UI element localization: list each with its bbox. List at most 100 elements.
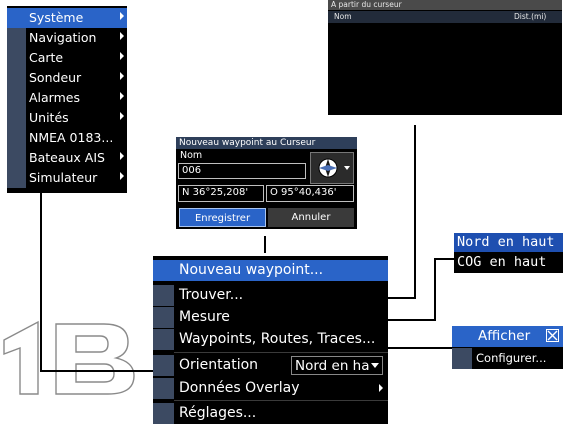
menu-item-label: Orientation	[179, 357, 259, 373]
menu-gutter	[7, 128, 26, 148]
chevron-down-icon	[344, 166, 350, 170]
menu-item-bateaux-ais[interactable]: Bateaux AIS	[7, 148, 127, 168]
chevron-right-icon	[120, 152, 124, 160]
menu-item-label: Mesure	[179, 309, 230, 325]
menu-item-carte[interactable]: Carte	[7, 48, 127, 68]
menu-item-label: Nouveau waypoint...	[179, 262, 324, 278]
chart-context-menu: Nouveau waypoint... Trouver... Mesure Wa…	[153, 256, 388, 424]
connector-line	[384, 347, 452, 349]
latitude-field[interactable]: N 36°25,208'	[178, 185, 264, 202]
menu-divider	[174, 400, 388, 401]
menu-item-systeme[interactable]: Système	[7, 8, 127, 28]
cursor-list-panel: A partir du curseur Nom Dist.(mi)	[328, 0, 562, 115]
connector-line	[414, 125, 416, 299]
name-label: Nom	[180, 150, 203, 161]
menu-gutter	[7, 8, 26, 28]
menu-item-label: Réglages...	[179, 405, 257, 421]
menu-gutter	[7, 108, 26, 128]
menu-item-label: Afficher	[478, 328, 531, 344]
overlay-submenu: Afficher Configurer...	[452, 326, 563, 369]
menu-item-simulateur[interactable]: Simulateur	[7, 168, 127, 188]
menu-item-sondeur[interactable]: Sondeur	[7, 68, 127, 88]
settings-menu: Système Navigation Carte Sondeur Alarmes…	[7, 6, 127, 193]
menu-gutter	[7, 88, 26, 108]
menu-gutter	[153, 307, 174, 328]
menu-gutter	[7, 48, 26, 68]
chevron-right-icon	[120, 92, 124, 100]
longitude-field[interactable]: O 95°40,436'	[266, 185, 354, 202]
connector-line	[434, 258, 436, 320]
orientation-dropdown[interactable]: Nord en ha	[291, 356, 383, 375]
menu-gutter	[153, 403, 174, 424]
chevron-right-icon	[120, 72, 124, 80]
menu-item-label: Données Overlay	[179, 380, 300, 396]
chevron-right-icon	[120, 32, 124, 40]
menu-item-label: Configurer...	[476, 351, 547, 365]
check-x-icon	[547, 330, 558, 341]
menu-item-waypoints-routes[interactable]: Waypoints, Routes, Traces...	[153, 329, 388, 350]
menu-item-configure[interactable]: Configurer...	[452, 348, 563, 369]
list-body[interactable]	[328, 24, 562, 115]
menu-item-label: NMEA 0183...	[29, 130, 114, 145]
chevron-right-icon	[120, 112, 124, 120]
checkbox-icon[interactable]	[546, 329, 559, 342]
panel-title: A partir du curseur	[328, 0, 562, 10]
menu-gutter	[153, 260, 174, 281]
chevron-down-icon	[371, 363, 379, 368]
menu-item-unites[interactable]: Unités	[7, 108, 127, 128]
orientation-options: Nord en haut COG en haut	[454, 233, 563, 273]
waypoint-symbol-icon	[318, 158, 350, 178]
column-header-distance[interactable]: Dist.(mi)	[514, 12, 546, 21]
chevron-right-icon	[120, 172, 124, 180]
option-cog-up[interactable]: COG en haut	[454, 253, 563, 272]
menu-item-label: Système	[29, 10, 84, 25]
menu-gutter	[153, 378, 174, 399]
menu-gutter	[7, 168, 26, 188]
menu-item-show[interactable]: Afficher	[452, 326, 563, 347]
menu-item-settings[interactable]: Réglages...	[153, 403, 388, 424]
chevron-right-icon	[120, 12, 124, 20]
menu-gutter	[452, 348, 472, 369]
menu-gutter	[153, 355, 174, 376]
connector-line	[380, 319, 436, 321]
symbol-selector[interactable]	[310, 152, 354, 184]
option-north-up[interactable]: Nord en haut	[454, 233, 563, 252]
save-button[interactable]: Enregistrer	[179, 208, 266, 227]
menu-item-find[interactable]: Trouver...	[153, 285, 388, 306]
menu-gutter	[7, 28, 26, 48]
menu-item-measure[interactable]: Mesure	[153, 307, 388, 328]
menu-item-label: Carte	[29, 50, 64, 65]
menu-item-label: Alarmes	[29, 90, 80, 105]
menu-gutter	[153, 329, 174, 350]
menu-item-label: Trouver...	[179, 287, 244, 303]
name-field[interactable]: 006	[178, 163, 306, 179]
connector-line	[264, 236, 266, 253]
connector-line	[434, 258, 454, 260]
chevron-right-icon	[379, 384, 383, 392]
new-waypoint-dialog: Nouveau waypoint au Curseur Nom 006 N 36…	[176, 137, 357, 229]
menu-item-overlay-data[interactable]: Données Overlay	[153, 378, 388, 399]
menu-item-orientation[interactable]: Orientation Nord en ha	[153, 355, 388, 376]
list-header: Nom Dist.(mi)	[328, 11, 562, 23]
menu-item-label: Simulateur	[29, 170, 98, 185]
menu-gutter	[7, 148, 26, 168]
menu-item-label: Waypoints, Routes, Traces...	[179, 331, 376, 347]
cancel-button[interactable]: Annuler	[268, 208, 354, 227]
menu-gutter	[7, 68, 26, 88]
menu-item-label: Sondeur	[29, 70, 82, 85]
menu-item-nmea[interactable]: NMEA 0183...	[7, 128, 127, 148]
orientation-value: Nord en ha	[295, 358, 370, 374]
connector-line	[40, 193, 42, 372]
menu-item-new-waypoint[interactable]: Nouveau waypoint...	[153, 260, 388, 281]
dialog-title: Nouveau waypoint au Curseur	[176, 137, 357, 149]
menu-item-label: Navigation	[29, 30, 97, 45]
chevron-right-icon	[120, 52, 124, 60]
menu-item-navigation[interactable]: Navigation	[7, 28, 127, 48]
column-header-name[interactable]: Nom	[334, 12, 352, 21]
menu-item-label: Unités	[29, 110, 69, 125]
menu-item-alarmes[interactable]: Alarmes	[7, 88, 127, 108]
menu-item-label: Bateaux AIS	[29, 150, 105, 165]
menu-gutter	[153, 285, 174, 306]
watermark-logo	[3, 320, 135, 395]
menu-divider	[174, 352, 388, 353]
